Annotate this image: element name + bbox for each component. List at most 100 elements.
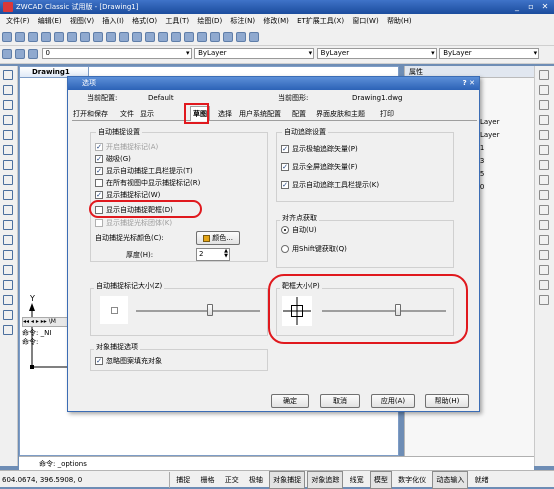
menu-tools[interactable]: 工具(T): [165, 14, 189, 29]
cb-show-marker[interactable]: ✓: [95, 191, 103, 199]
ellipse-icon[interactable]: [3, 205, 13, 215]
polyline-icon[interactable]: [3, 100, 13, 110]
point-icon[interactable]: [3, 265, 13, 275]
cb-enable-marker[interactable]: ✓: [95, 143, 103, 151]
status-lineweight[interactable]: 线宽: [346, 471, 368, 489]
polygon-icon[interactable]: [3, 115, 13, 125]
menu-view[interactable]: 视图(V): [70, 14, 94, 29]
copy-icon[interactable]: [80, 32, 90, 42]
stretch-icon[interactable]: [539, 190, 549, 200]
cb-magnet[interactable]: ✓: [95, 155, 103, 163]
paste-icon[interactable]: [93, 32, 103, 42]
tab-skins-themes[interactable]: 界面皮肤和主题: [316, 108, 365, 120]
make-block-icon[interactable]: [3, 250, 13, 260]
radio-auto[interactable]: [281, 226, 289, 234]
chamfer-icon[interactable]: [539, 265, 549, 275]
explode-icon[interactable]: [539, 295, 549, 305]
arc-icon[interactable]: [3, 145, 13, 155]
open-icon[interactable]: [15, 32, 25, 42]
array-icon[interactable]: [539, 130, 549, 140]
restore-icon[interactable]: ▫: [524, 1, 538, 13]
ellipse-arc-icon[interactable]: [3, 220, 13, 230]
hatch-icon[interactable]: [3, 280, 13, 290]
copy-object-icon[interactable]: [539, 85, 549, 95]
insert-block-icon[interactable]: [3, 235, 13, 245]
marker-size-thumb[interactable]: [206, 304, 213, 316]
property-value[interactable]: 255: [471, 168, 533, 181]
trim-icon[interactable]: [539, 205, 549, 215]
menu-dimension[interactable]: 标注(N): [230, 14, 255, 29]
minimize-icon[interactable]: _: [510, 1, 524, 13]
menu-format[interactable]: 格式(O): [132, 14, 157, 29]
status-grid[interactable]: 栅格: [196, 471, 218, 489]
dialog-close-icon[interactable]: ? ✕: [463, 77, 475, 90]
redo-icon[interactable]: [132, 32, 142, 42]
thickness-spinner[interactable]: 2 ▲ ▼: [196, 248, 230, 261]
erase-icon[interactable]: [539, 70, 549, 80]
help-button[interactable]: 帮助(H): [425, 394, 469, 408]
layer-state-icon[interactable]: [15, 49, 25, 59]
tab-open-save[interactable]: 打开和保存: [73, 108, 108, 120]
property-value[interactable]: 181: [471, 142, 533, 155]
calculator-icon[interactable]: [236, 32, 246, 42]
properties-icon[interactable]: [197, 32, 207, 42]
undo-icon[interactable]: [119, 32, 129, 42]
ok-button[interactable]: 确定: [271, 394, 309, 408]
match-properties-icon[interactable]: [106, 32, 116, 42]
revcloud-icon[interactable]: [3, 175, 13, 185]
status-otrack[interactable]: 对象追踪: [307, 471, 344, 489]
help-icon[interactable]: [249, 32, 259, 42]
text-icon[interactable]: [3, 325, 13, 335]
rectangle-icon[interactable]: [3, 130, 13, 140]
tool-palette-icon[interactable]: [223, 32, 233, 42]
layer-select[interactable]: 0: [41, 48, 192, 59]
offset-icon[interactable]: [539, 115, 549, 125]
command-input[interactable]: 命令: _options: [19, 456, 534, 470]
status-ortho[interactable]: 正交: [221, 471, 243, 489]
tab-selection[interactable]: 选择: [218, 108, 232, 120]
menu-insert[interactable]: 插入(I): [102, 14, 124, 29]
menu-help[interactable]: 帮助(H): [387, 14, 412, 29]
print-icon[interactable]: [41, 32, 51, 42]
lineweight-select[interactable]: ByLayer: [439, 48, 540, 59]
status-digitizer[interactable]: 数字化仪: [394, 471, 430, 489]
menu-modify[interactable]: 修改(M): [263, 14, 289, 29]
region-icon[interactable]: [3, 295, 13, 305]
ray-icon[interactable]: [3, 85, 13, 95]
menu-draw[interactable]: 绘图(D): [197, 14, 222, 29]
status-polar[interactable]: 极轴: [245, 471, 267, 489]
cb-ignore-hatch[interactable]: ✓: [95, 357, 103, 365]
property-value[interactable]: 153: [471, 155, 533, 168]
fillet-icon[interactable]: [539, 280, 549, 290]
new-icon[interactable]: [2, 32, 12, 42]
tab-plot[interactable]: 打印: [380, 108, 394, 120]
cb-polar-vector[interactable]: ✓: [281, 145, 289, 153]
cancel-button[interactable]: 取消: [320, 394, 360, 408]
status-snap[interactable]: 捕捉: [172, 471, 194, 489]
extend-icon[interactable]: [539, 220, 549, 230]
cut-icon[interactable]: [67, 32, 77, 42]
tab-profiles[interactable]: 配置: [292, 108, 306, 120]
preview-icon[interactable]: [54, 32, 64, 42]
mirror-icon[interactable]: [539, 100, 549, 110]
cb-track-tooltips[interactable]: ✓: [281, 181, 289, 189]
line-icon[interactable]: [3, 70, 13, 80]
zoom-realtime-icon[interactable]: [158, 32, 168, 42]
tab-display[interactable]: 显示: [140, 108, 154, 120]
scale-icon[interactable]: [539, 175, 549, 185]
menu-window[interactable]: 窗口(W): [352, 14, 378, 29]
design-center-icon[interactable]: [210, 32, 220, 42]
marker-size-slider[interactable]: [136, 310, 260, 312]
move-icon[interactable]: [539, 145, 549, 155]
color-select[interactable]: ByLayer: [194, 48, 315, 59]
join-icon[interactable]: [539, 250, 549, 260]
tab-files[interactable]: 文件: [120, 108, 134, 120]
tab-user-preferences[interactable]: 用户系统配置: [239, 108, 281, 120]
menu-et-tools[interactable]: ET扩展工具(X): [297, 14, 344, 29]
rotate-icon[interactable]: [539, 160, 549, 170]
cb-fullscreen-vector[interactable]: ✓: [281, 163, 289, 171]
close-icon[interactable]: ✕: [538, 1, 552, 13]
layer-previous-icon[interactable]: [28, 49, 38, 59]
save-icon[interactable]: [28, 32, 38, 42]
color-button[interactable]: 颜色...: [196, 231, 240, 245]
